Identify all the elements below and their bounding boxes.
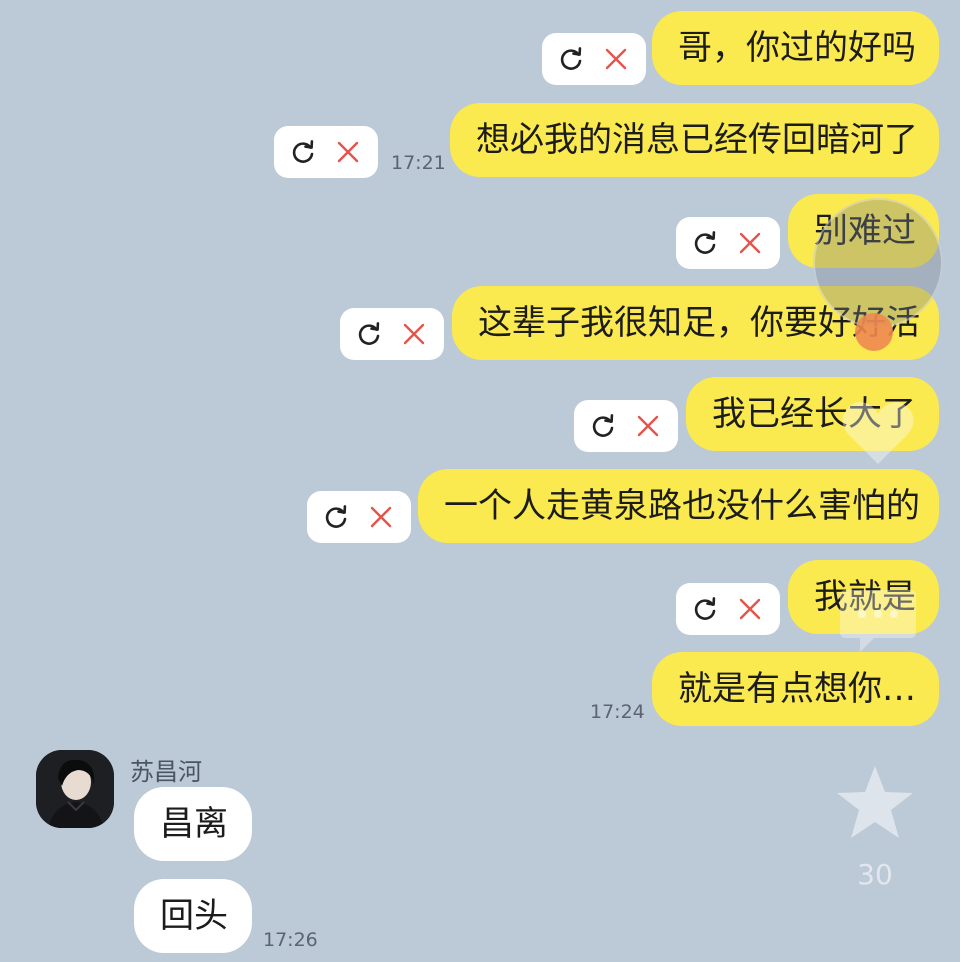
message-actions: [340, 308, 444, 360]
message-text: 想必我的消息已经传回暗河了: [476, 120, 918, 160]
refresh-icon[interactable]: [688, 225, 724, 261]
message-actions: [574, 400, 678, 452]
sender-name: 苏昌河: [130, 758, 202, 786]
message-timestamp: 17:24: [590, 701, 645, 723]
message-actions: [542, 33, 646, 85]
close-icon[interactable]: [330, 134, 366, 170]
close-icon[interactable]: [732, 225, 768, 261]
creator-avatar-overlay[interactable]: [813, 198, 943, 328]
refresh-icon[interactable]: [586, 408, 622, 444]
message-text: 哥，你过的好吗: [678, 28, 916, 68]
like-count: 30: [857, 858, 893, 891]
outgoing-message[interactable]: 一个人走黄泉路也没什么害怕的: [418, 469, 939, 543]
star-icon[interactable]: [832, 762, 918, 848]
message-text: 回头: [160, 896, 228, 936]
refresh-icon[interactable]: [688, 591, 724, 627]
incoming-message[interactable]: 昌离: [134, 787, 252, 861]
message-actions: [274, 126, 378, 178]
incoming-message[interactable]: 回头: [134, 879, 252, 953]
message-actions: [676, 583, 780, 635]
refresh-icon[interactable]: [352, 316, 388, 352]
outgoing-message[interactable]: 就是有点想你…: [652, 652, 939, 726]
message-text: 就是有点想你…: [678, 669, 916, 709]
message-actions: [307, 491, 411, 543]
avatar[interactable]: [36, 750, 114, 828]
outgoing-message[interactable]: 想必我的消息已经传回暗河了: [450, 103, 939, 177]
refresh-icon[interactable]: [319, 499, 355, 535]
close-icon[interactable]: [363, 499, 399, 535]
close-icon[interactable]: [396, 316, 432, 352]
comment-icon[interactable]: [836, 584, 920, 662]
message-actions: [676, 217, 780, 269]
message-text: 一个人走黄泉路也没什么害怕的: [444, 486, 920, 526]
outgoing-message[interactable]: 哥，你过的好吗: [652, 11, 939, 85]
message-timestamp: 17:26: [263, 929, 318, 951]
close-icon[interactable]: [598, 41, 634, 77]
follow-dot[interactable]: [855, 313, 893, 351]
refresh-icon[interactable]: [286, 134, 322, 170]
refresh-icon[interactable]: [554, 41, 590, 77]
close-icon[interactable]: [630, 408, 666, 444]
heart-icon[interactable]: [836, 390, 920, 478]
message-timestamp: 17:21: [391, 152, 446, 174]
message-text: 昌离: [160, 804, 228, 844]
close-icon[interactable]: [732, 591, 768, 627]
